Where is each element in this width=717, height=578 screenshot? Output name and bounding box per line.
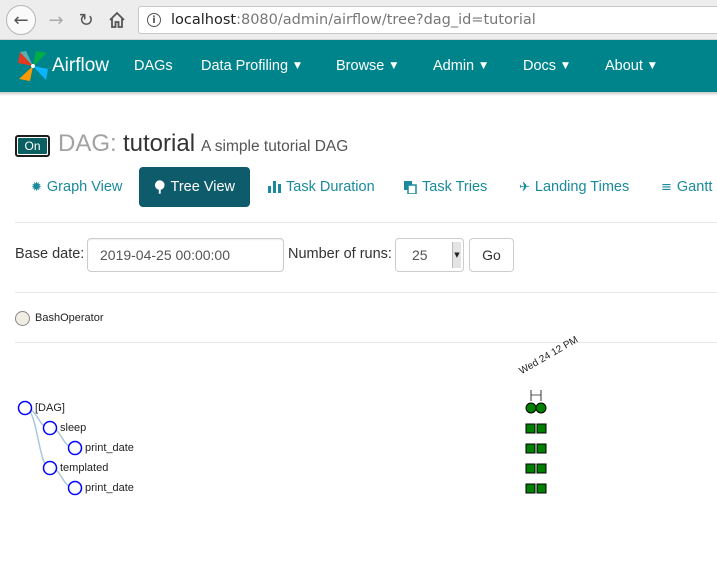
select-arrow-icon: ▼ — [452, 242, 461, 268]
task-instance-row — [525, 483, 547, 494]
task-instance-square[interactable] — [536, 483, 547, 494]
dag-id: tutorial — [123, 130, 196, 157]
base-date-label: Base date: — [15, 246, 85, 262]
align-left-icon: ≡ — [661, 179, 672, 195]
task-instance-square[interactable] — [525, 443, 536, 454]
arrow-left-icon: ← — [13, 9, 29, 31]
brand[interactable]: Airflow — [16, 49, 109, 83]
tree-label-dag: [DAG] — [35, 402, 65, 414]
dag-run-status-circle[interactable] — [525, 402, 537, 414]
nav-dags[interactable]: DAGs — [134, 40, 173, 92]
task-instance-square[interactable] — [536, 463, 547, 474]
tree-node-print-date[interactable] — [67, 480, 83, 496]
airflow-logo-icon — [18, 51, 48, 81]
task-instance-square[interactable] — [525, 463, 536, 474]
task-instance-row — [525, 443, 547, 454]
legend-bashoperator-swatch — [15, 311, 30, 326]
reload-icon: ↻ — [78, 9, 94, 31]
go-button[interactable]: Go — [469, 238, 514, 272]
task-instance-square[interactable] — [536, 423, 547, 434]
browser-toolbar: ← → ↻ i localhost:8080/admin/airflow/tre… — [0, 0, 717, 40]
tab-task-tries[interactable]: Task Tries — [404, 167, 487, 207]
nav-data-profiling[interactable]: Data Profiling ▼ — [201, 40, 301, 92]
navbar-shadow — [0, 92, 717, 96]
dag-pause-toggle[interactable]: On — [15, 135, 50, 157]
caret-down-icon: ▼ — [390, 61, 398, 71]
url-text: localhost:8080/admin/airflow/tree?dag_id… — [171, 12, 536, 28]
tab-task-duration[interactable]: Task Duration — [268, 167, 375, 207]
tree-node-templated[interactable] — [42, 460, 58, 476]
tab-tree-view[interactable]: Tree View — [139, 167, 250, 207]
task-instance-row — [525, 463, 547, 474]
tree-node-dag[interactable] — [17, 400, 33, 416]
task-instance-row — [525, 423, 547, 434]
tree-label-sleep: sleep — [60, 422, 87, 434]
tab-graph-view[interactable]: ✹ Graph View — [31, 167, 122, 207]
caret-down-icon: ▼ — [480, 61, 488, 71]
caret-down-icon: ▼ — [648, 61, 656, 71]
info-icon[interactable]: i — [147, 13, 161, 27]
task-instance-square[interactable] — [525, 483, 536, 494]
tree-node-print-date[interactable] — [67, 440, 83, 456]
tree-node-sleep[interactable] — [42, 420, 58, 436]
tree-icon — [154, 180, 165, 194]
nav-admin[interactable]: Admin ▼ — [433, 40, 487, 92]
sun-icon: ✹ — [31, 179, 42, 195]
brand-name: Airflow — [52, 55, 110, 76]
tree-view-svg — [17, 390, 547, 496]
arrow-right-icon: → — [48, 9, 64, 31]
caret-down-icon: ▼ — [562, 61, 569, 71]
home-button[interactable] — [103, 6, 131, 34]
tree-label-templated: templated — [60, 462, 109, 474]
plane-icon: ✈ — [519, 179, 530, 195]
toggle-label: On — [18, 138, 47, 154]
tab-gantt[interactable]: ≡ Gantt — [661, 167, 712, 207]
forward-button[interactable]: → — [42, 6, 70, 34]
task-instance-square[interactable] — [525, 423, 536, 434]
base-date-input[interactable]: 2019-04-25 00:00:00 — [87, 238, 284, 272]
back-button[interactable]: ← — [6, 5, 36, 35]
bar-chart-icon — [268, 181, 281, 193]
divider — [15, 222, 717, 223]
duplicate-icon — [404, 180, 417, 194]
caret-down-icon: ▼ — [294, 61, 301, 71]
divider — [15, 292, 717, 293]
dag-description: A simple tutorial DAG — [201, 138, 349, 155]
reload-button[interactable]: ↻ — [72, 6, 100, 34]
num-runs-select[interactable]: 25 ▼ — [395, 238, 464, 272]
task-instance-square[interactable] — [536, 443, 547, 454]
tree-label-print-date: print_date — [85, 482, 134, 494]
legend-bashoperator-label: BashOperator — [35, 312, 104, 324]
tree-label-print-date: print_date — [85, 442, 134, 454]
nav-about[interactable]: About ▼ — [605, 40, 656, 92]
dag-prefix: DAG: — [58, 130, 117, 157]
dag-run-status-circle[interactable] — [535, 402, 547, 414]
nav-browse[interactable]: Browse ▼ — [336, 40, 397, 92]
tab-landing-times[interactable]: ✈ Landing Times — [519, 167, 629, 207]
address-bar[interactable]: i localhost:8080/admin/airflow/tree?dag_… — [138, 6, 717, 34]
main-navbar: Airflow DAGs Data Profiling ▼ Browse ▼ Adm… — [0, 40, 717, 92]
nav-docs[interactable]: Docs ▼ — [523, 40, 569, 92]
num-runs-label: Number of runs: — [288, 246, 392, 262]
home-icon — [109, 11, 125, 28]
